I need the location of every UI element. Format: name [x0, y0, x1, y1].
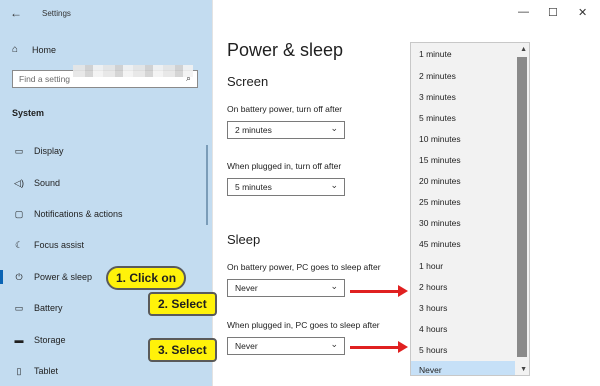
search-placeholder: Find a setting	[19, 74, 71, 84]
battery-sleep-label: On battery power, PC goes to sleep after	[227, 262, 381, 272]
callout-step-2: 2. Select	[148, 292, 217, 316]
callout-step-3: 3. Select	[148, 338, 217, 362]
search-icon: ⌕	[185, 73, 191, 83]
home-label: Home	[32, 44, 57, 55]
back-arrow-icon[interactable]: ←	[10, 6, 22, 20]
option-4-hours[interactable]: 4 hours	[419, 324, 447, 334]
arrow-to-2-hours	[350, 285, 408, 297]
option-3-hours[interactable]: 3 hours	[419, 303, 447, 313]
callout-step-1: 1. Click on	[106, 266, 187, 290]
sleep-heading: Sleep	[227, 232, 261, 247]
sidebar-item-label: Tablet	[34, 366, 59, 376]
chevron-down-icon: ⌄	[330, 123, 338, 133]
sidebar-item-tablet[interactable]: ▯ Tablet	[0, 361, 212, 381]
sidebar-scrollbar[interactable]	[206, 145, 208, 225]
blurred-region	[73, 65, 193, 77]
plugged-sleep-label: When plugged in, PC goes to sleep after	[227, 320, 380, 330]
screen-heading: Screen	[227, 74, 269, 89]
maximize-icon[interactable]: ☐	[548, 6, 558, 19]
sidebar-item-label: Battery	[34, 303, 63, 313]
option-1-hour[interactable]: 1 hour	[419, 261, 443, 271]
sidebar: ← Settings ⌂ Home Find a setting ⌕ Syste…	[0, 0, 212, 386]
battery-sleep-select[interactable]: Never ⌄	[227, 279, 345, 297]
page-title: Power & sleep	[227, 40, 344, 60]
chevron-down-icon: ⌄	[330, 180, 338, 190]
notifications-icon: ▢	[14, 208, 24, 219]
battery-screen-select[interactable]: 2 minutes ⌄	[227, 121, 345, 139]
home-icon: ⌂	[12, 44, 19, 55]
arrow-to-5-hours	[350, 341, 408, 353]
minimize-icon[interactable]: —	[518, 6, 529, 18]
storage-icon: ▬	[14, 335, 24, 345]
option-5-minutes[interactable]: 5 minutes	[419, 113, 456, 123]
sidebar-item-label: Notifications & actions	[34, 209, 123, 219]
active-indicator	[0, 270, 3, 284]
sidebar-item-label: Display	[34, 146, 64, 156]
tablet-icon: ▯	[16, 365, 22, 376]
option-2-hours[interactable]: 2 hours	[419, 282, 447, 292]
option-45-minutes[interactable]: 45 minutes	[419, 239, 461, 249]
sidebar-item-display[interactable]: ▭ Display	[0, 141, 212, 161]
option-3-minutes[interactable]: 3 minutes	[419, 92, 456, 102]
sidebar-item-label: Focus assist	[34, 240, 85, 250]
option-25-minutes[interactable]: 25 minutes	[419, 197, 461, 207]
option-5-hours[interactable]: 5 hours	[419, 345, 447, 355]
plugged-sleep-select[interactable]: Never ⌄	[227, 337, 345, 355]
home-link[interactable]: ⌂ Home	[12, 44, 56, 55]
battery-screen-label: On battery power, turn off after	[227, 104, 343, 114]
sound-icon: ◁)	[14, 177, 24, 188]
select-value: Never	[235, 341, 258, 351]
sidebar-item-notifications[interactable]: ▢ Notifications & actions	[0, 204, 212, 224]
moon-icon: ☾	[14, 239, 24, 250]
display-icon: ▭	[14, 145, 24, 156]
chevron-down-icon: ⌄	[330, 281, 338, 291]
select-value: Never	[235, 283, 258, 293]
search-input[interactable]: Find a setting ⌕	[12, 65, 198, 88]
battery-icon: ▭	[14, 302, 24, 313]
power-icon: ⏻	[15, 271, 23, 282]
plugged-screen-label: When plugged in, turn off after	[227, 161, 342, 171]
sidebar-item-label: Sound	[34, 178, 61, 188]
sidebar-item-focus-assist[interactable]: ☾ Focus assist	[0, 235, 212, 255]
option-10-minutes[interactable]: 10 minutes	[419, 134, 461, 144]
option-20-minutes[interactable]: 20 minutes	[419, 176, 461, 186]
section-label: System	[12, 108, 45, 118]
option-30-minutes[interactable]: 30 minutes	[419, 218, 461, 228]
divider	[212, 0, 213, 386]
option-2-minutes[interactable]: 2 minutes	[419, 71, 456, 81]
option-never[interactable]: Never	[419, 365, 442, 375]
chevron-down-icon: ⌄	[330, 339, 338, 349]
select-value: 2 minutes	[235, 125, 272, 135]
scroll-down-icon[interactable]: ▼	[520, 366, 527, 373]
close-icon[interactable]: ✕	[578, 6, 587, 19]
window-title: Settings	[42, 9, 71, 18]
option-1-minute[interactable]: 1 minute	[419, 49, 452, 59]
sidebar-item-label: Storage	[34, 335, 66, 345]
sleep-dropdown-list[interactable]: 1 minute 2 minutes 3 minutes 5 minutes 1…	[410, 42, 530, 376]
sidebar-item-label: Power & sleep	[34, 272, 93, 282]
option-15-minutes[interactable]: 15 minutes	[419, 155, 461, 165]
dropdown-scrollbar-thumb[interactable]	[517, 57, 527, 357]
select-value: 5 minutes	[235, 182, 272, 192]
plugged-screen-select[interactable]: 5 minutes ⌄	[227, 178, 345, 196]
scroll-up-icon[interactable]: ▲	[520, 46, 527, 53]
sidebar-item-sound[interactable]: ◁) Sound	[0, 173, 212, 193]
